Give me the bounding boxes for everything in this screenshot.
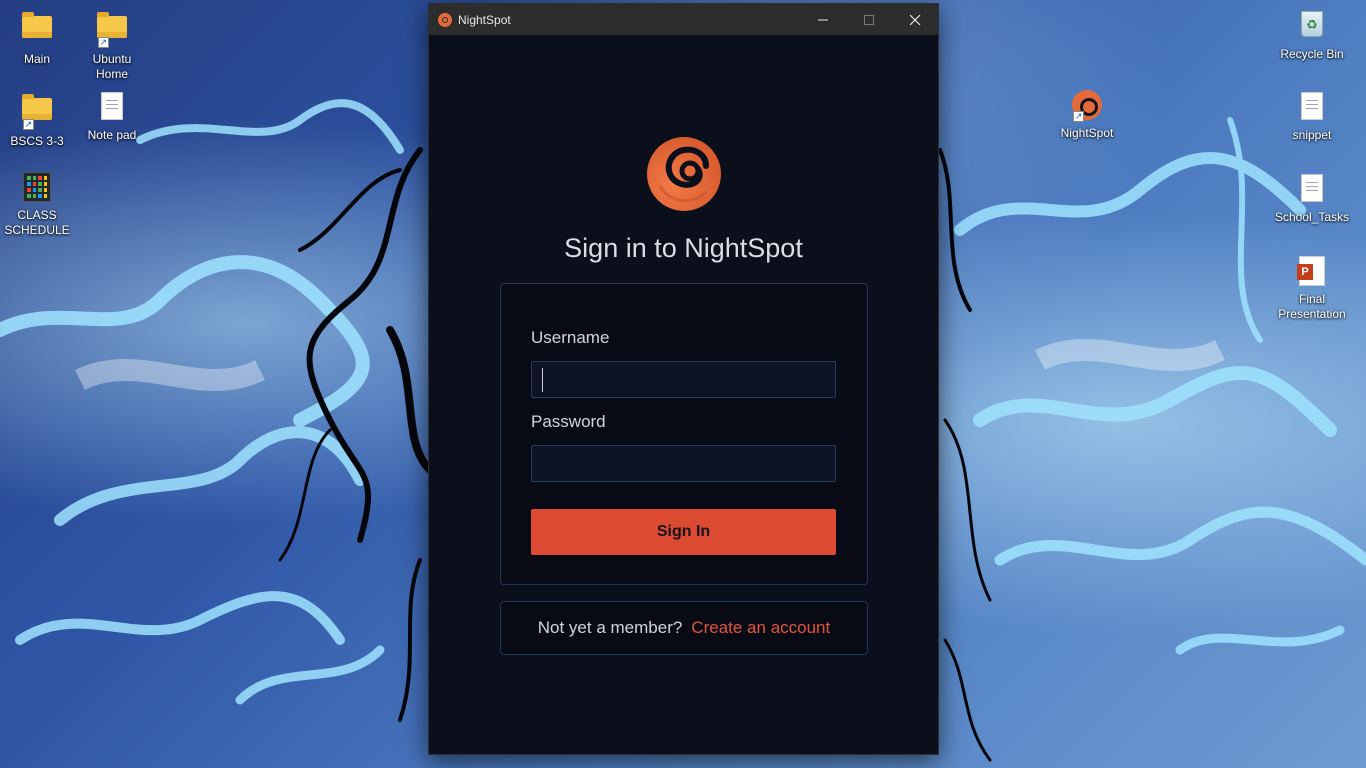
desktop-icon-recycle-bin[interactable]: ♻ Recycle Bin	[1275, 8, 1349, 62]
desktop-icon-ubuntu-home[interactable]: ↗ Ubuntu Home	[75, 10, 149, 82]
desktop-icon-label: Recycle Bin	[1280, 47, 1344, 61]
signup-prompt: Not yet a member? Create an account	[500, 601, 868, 655]
desktop-icon-note-pad[interactable]: Note pad	[75, 92, 149, 143]
desktop-icon-bscs-3-3[interactable]: ↗ BSCS 3-3	[0, 92, 74, 149]
signup-prompt-text: Not yet a member?	[537, 618, 683, 637]
desktop-icon-label: School_Tasks	[1275, 210, 1350, 224]
desktop-icon-class-schedule[interactable]: CLASS SCHEDULE	[0, 172, 74, 238]
folder-icon	[21, 12, 53, 48]
create-account-link[interactable]: Create an account	[691, 618, 830, 638]
desktop-icon-label: Ubuntu Home	[92, 52, 132, 81]
login-form: Username Password Sign In	[500, 283, 868, 585]
text-document-icon	[1296, 174, 1328, 206]
window-title: NightSpot	[458, 12, 511, 27]
desktop-icon-nightspot[interactable]: ↗ NightSpot	[1050, 90, 1124, 141]
desktop-icon-label: snippet	[1292, 128, 1332, 142]
powerpoint-icon: P	[1296, 256, 1328, 288]
nightspot-logo-icon	[438, 12, 452, 27]
maximize-icon	[864, 14, 874, 25]
minimize-icon	[818, 19, 828, 20]
desktop-icon-label: NightSpot	[1060, 126, 1114, 140]
folder-shortcut-icon: ↗	[96, 12, 128, 48]
maximize-button[interactable]	[846, 4, 892, 35]
desktop-icon-school-tasks[interactable]: School_Tasks	[1275, 174, 1349, 225]
desktop-icon-label: Note pad	[87, 128, 137, 142]
desktop-icon-final-presentation[interactable]: P Final Presentation	[1275, 256, 1349, 322]
password-input[interactable]	[531, 445, 836, 482]
sign-in-button[interactable]: Sign In	[531, 509, 836, 555]
desktop-icon-label: Main	[23, 52, 50, 66]
nightspot-logo-icon	[647, 137, 721, 211]
desktop-icon-label: Final Presentation	[1278, 292, 1346, 321]
desktop-icon-snippet[interactable]: snippet	[1275, 92, 1349, 143]
username-input[interactable]	[531, 361, 836, 398]
password-label: Password	[531, 412, 606, 431]
folder-shortcut-icon: ↗	[21, 94, 53, 130]
text-caret	[542, 368, 543, 392]
window-titlebar[interactable]: NightSpot	[429, 4, 938, 35]
close-icon	[909, 14, 921, 25]
desktop-icon-main[interactable]: Main	[0, 10, 74, 67]
close-button[interactable]	[892, 4, 938, 35]
minimize-button[interactable]	[800, 4, 846, 35]
desktop-icon-label: CLASS SCHEDULE	[4, 208, 70, 237]
username-label: Username	[531, 328, 610, 347]
nightspot-app-icon: ↗	[1071, 90, 1103, 122]
text-document-icon	[1296, 92, 1328, 124]
nightspot-window: NightSpot Sign in to NightSpot Username …	[428, 3, 939, 755]
window-controls	[800, 4, 938, 35]
login-view: Sign in to NightSpot Username Password S…	[429, 35, 938, 755]
page-title: Sign in to NightSpot	[564, 233, 803, 263]
desktop-icon-label: BSCS 3-3	[10, 134, 64, 148]
schedule-icon	[21, 172, 53, 204]
recycle-bin-icon: ♻	[1296, 11, 1328, 43]
text-document-icon	[96, 92, 128, 124]
